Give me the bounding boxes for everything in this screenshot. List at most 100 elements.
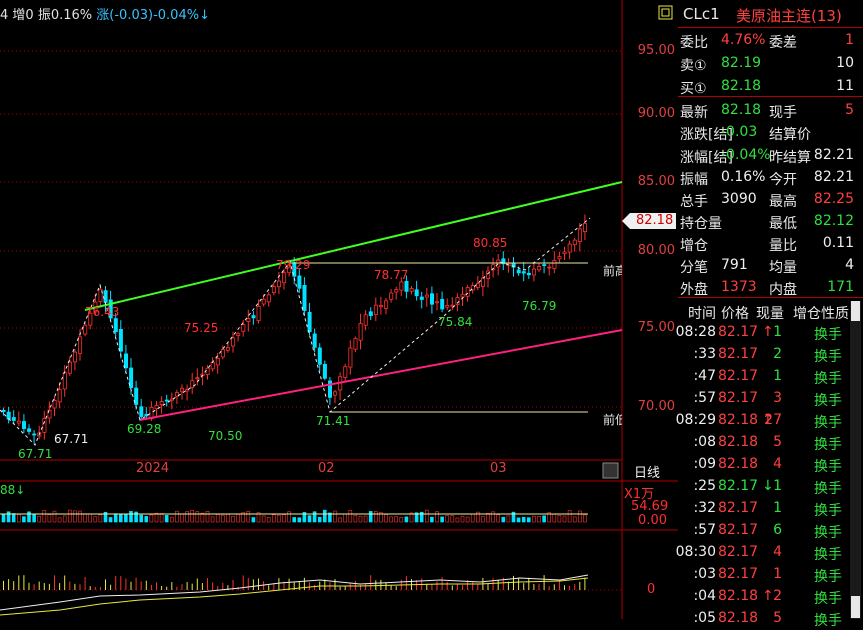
candle-body — [139, 406, 144, 417]
period-label[interactable]: 日线 — [634, 462, 660, 481]
quote-label: 卖① — [680, 58, 707, 74]
price-annotation: 78.77 — [374, 268, 409, 282]
volume-bar — [389, 516, 393, 523]
volume-bar — [394, 516, 399, 523]
volume-bar — [583, 514, 587, 523]
candle-body — [236, 333, 241, 336]
candle-body — [399, 281, 404, 291]
tick-time: :05 — [693, 610, 716, 626]
tick-col-nature: 性质 — [821, 306, 849, 322]
candle-body — [333, 391, 338, 396]
volume-bar — [231, 515, 235, 523]
candle-body — [440, 298, 445, 310]
volume-bar — [6, 511, 11, 523]
volume-bar — [404, 516, 409, 523]
volume-bar — [557, 515, 562, 523]
candle-body — [16, 420, 21, 424]
candle-body — [195, 377, 200, 380]
tick-row: :57 82.17 6 换手 — [678, 520, 858, 542]
candle-body — [246, 318, 251, 323]
quote-value: 171 — [827, 279, 854, 295]
tick-time: :04 — [693, 588, 716, 604]
price-axis-label: 90.00 — [637, 106, 675, 121]
price-axis-label: 95.00 — [637, 43, 675, 58]
volume-bar — [526, 517, 531, 523]
volume-bar — [440, 516, 444, 523]
quote-value: 3090 — [721, 191, 757, 207]
volume-bar — [348, 510, 353, 523]
candle-body — [532, 268, 537, 276]
tick-row: :09 82.18 4 换手 — [678, 454, 858, 476]
candle-body — [312, 333, 317, 348]
candle-body — [521, 271, 526, 274]
candle-body — [21, 421, 26, 429]
volume-bar — [333, 510, 337, 523]
quote-label: 均量 — [769, 260, 797, 276]
quote-row: 最新 82.18 现手 5 — [678, 100, 858, 122]
candle-body — [297, 275, 302, 289]
volume-bar — [144, 516, 149, 523]
period-box — [602, 462, 619, 479]
volume-bar — [215, 514, 220, 523]
volume-bar — [108, 517, 113, 523]
volume-bar — [282, 514, 286, 523]
volume-bar — [11, 513, 16, 523]
quote-label: 委差 — [769, 35, 797, 51]
candle-body — [261, 298, 266, 305]
candle-body — [6, 411, 11, 420]
quote-row: 振幅 0.16% 今开 82.21 — [678, 167, 858, 189]
candle-body — [450, 304, 455, 307]
price-annotation: 70.50 — [208, 429, 243, 443]
tick-scrollbar[interactable] — [850, 301, 861, 619]
price-annotation: 69.28 — [127, 422, 162, 436]
volume-bar — [37, 515, 42, 523]
tick-nature: 换手 — [814, 569, 842, 585]
tick-time: :33 — [693, 346, 716, 362]
volume-bar — [149, 514, 154, 523]
candle-body — [256, 305, 261, 321]
tick-nature: 换手 — [814, 393, 842, 409]
quote-value: 82.18 — [721, 78, 762, 94]
tick-nature: 换手 — [814, 613, 842, 629]
candle-body — [409, 288, 414, 292]
volume-bar — [57, 517, 62, 523]
volume-bars — [1, 509, 587, 523]
header-info: 4 增0 振0.16% 涨(-0.03)-0.04%↓ — [0, 4, 210, 23]
price-annotation: 71.41 — [316, 414, 351, 428]
volume-bar — [32, 513, 36, 523]
tick-time: 08:28 — [675, 324, 716, 340]
candle-body — [215, 358, 220, 366]
tick-col-time: 时间 — [688, 306, 716, 322]
quote-value: 82.12 — [813, 213, 854, 229]
scrollbar-thumb[interactable] — [851, 596, 860, 618]
quote-value: 5 — [845, 102, 854, 118]
quote-label: 量比 — [769, 238, 797, 254]
candle-body — [1, 409, 6, 413]
scrollbar-up-arrow[interactable] — [851, 301, 860, 321]
volume-bar — [399, 517, 404, 523]
collapse-box-icon — [658, 5, 673, 20]
tick-time: :25 — [693, 478, 716, 494]
symbol-name: 美原油主连(13) — [736, 7, 842, 25]
tick-nature: 换手 — [814, 327, 842, 343]
candle-body — [113, 318, 118, 333]
header-amplitude: 振0.16% — [37, 8, 93, 23]
tick-price: 82.17 — [718, 522, 759, 538]
volume-bar — [562, 515, 567, 523]
volume-bar — [47, 514, 52, 523]
tick-row: :04 82.18 ↑ 2 换手 — [678, 586, 858, 608]
candle-body — [302, 285, 307, 311]
volume-bar — [246, 510, 251, 523]
candle-body — [307, 311, 312, 333]
quote-label: 最高 — [769, 194, 797, 210]
tick-volume: 4 — [773, 456, 782, 472]
candle-body — [557, 256, 562, 260]
volume-bar — [317, 516, 322, 523]
volume-bar — [297, 517, 302, 523]
quote-row: 持仓量 最低 82.12 — [678, 211, 858, 233]
candle-body — [384, 300, 389, 309]
macd-line-white — [0, 574, 589, 611]
volume-bar — [271, 514, 276, 523]
volume-bar — [175, 510, 179, 523]
volume-bar — [129, 511, 133, 523]
